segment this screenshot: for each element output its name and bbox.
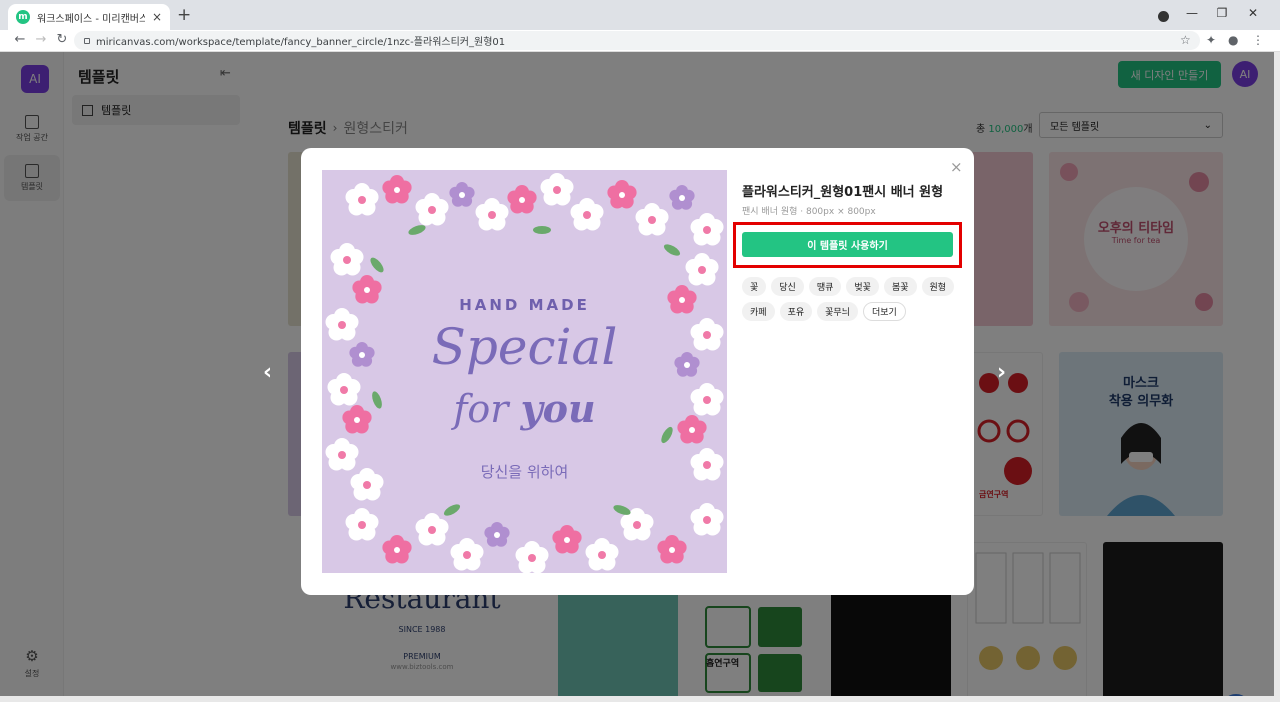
new-tab-button[interactable]: + [177, 6, 191, 24]
preview-for-text: for [453, 387, 509, 431]
reload-icon[interactable]: ↻ [54, 32, 70, 47]
browser-tab-bar: m 워크스페이스 - 미리캔버스 × + — ❐ ✕ [0, 0, 1280, 30]
minimize-button[interactable]: — [1182, 6, 1202, 20]
template-preview-image: HAND MADE Special for you 당신을 위하여 [322, 170, 727, 573]
tag-chip[interactable]: 카페 [742, 302, 775, 321]
browser-tab[interactable]: m 워크스페이스 - 미리캔버스 × [8, 4, 170, 30]
tag-chip[interactable]: 꽃무늬 [817, 302, 858, 321]
tag-chip[interactable]: 벚꽃 [846, 277, 879, 296]
profile-indicator-icon[interactable] [1158, 11, 1169, 22]
preview-special-text: Special [431, 318, 618, 376]
window-edge-bottom [0, 696, 1280, 702]
bookmark-star-icon[interactable]: ☆ [1180, 33, 1191, 47]
next-template-arrow-icon[interactable]: › [997, 360, 1006, 385]
tag-chip[interactable]: 포유 [779, 302, 813, 321]
lock-icon [84, 37, 90, 44]
template-title: 플라워스티커_원형01팬시 배너 원형 [742, 185, 944, 200]
tab-close-icon[interactable]: × [152, 10, 162, 24]
tag-chip[interactable]: 원형 [921, 277, 955, 296]
window-edge-right [1274, 52, 1280, 702]
url-text: miricanvas.com/workspace/template/fancy_… [96, 37, 506, 48]
template-subtitle: 팬시 배너 원형 · 800px × 800px [742, 207, 876, 217]
browser-menu-icon[interactable]: ⋮ [1252, 33, 1264, 47]
tag-chip[interactable]: 땡큐 [808, 277, 842, 296]
tag-list: 꽃 당신 땡큐 벚꽃 봄꽃 원형카페 포유 꽃무늬 더보기 [742, 277, 972, 321]
template-detail-modal: × HAND MADE Special for you 당신을 위하여 플라워스… [301, 148, 974, 595]
previous-template-arrow-icon[interactable]: ‹ [263, 360, 272, 385]
modal-close-icon[interactable]: × [950, 158, 963, 176]
tag-chip[interactable]: 봄꽃 [883, 277, 917, 296]
window-close-button[interactable]: ✕ [1243, 6, 1263, 20]
account-icon[interactable]: ● [1228, 33, 1238, 47]
back-arrow-icon[interactable]: ← [12, 32, 28, 47]
more-tags-button[interactable]: 더보기 [862, 302, 906, 321]
preview-korean-text: 당신을 위하여 [480, 463, 569, 481]
restore-button[interactable]: ❐ [1212, 6, 1232, 20]
browser-toolbar: ← → ↻ miricanvas.com/workspace/template/… [0, 30, 1280, 52]
tag-chip[interactable]: 당신 [771, 277, 804, 296]
tag-chip[interactable]: 꽃 [742, 277, 767, 296]
address-bar[interactable]: miricanvas.com/workspace/template/fancy_… [74, 31, 1200, 50]
highlight-box [733, 222, 962, 268]
forward-arrow-icon[interactable]: → [33, 32, 49, 47]
tab-title: 워크스페이스 - 미리캔버스 [37, 13, 145, 25]
preview-you-text: you [520, 386, 596, 431]
preview-hand-made-text: HAND MADE [459, 296, 590, 314]
miricanvas-favicon-icon: m [16, 10, 30, 24]
extensions-puzzle-icon[interactable]: ✦ [1206, 33, 1216, 47]
